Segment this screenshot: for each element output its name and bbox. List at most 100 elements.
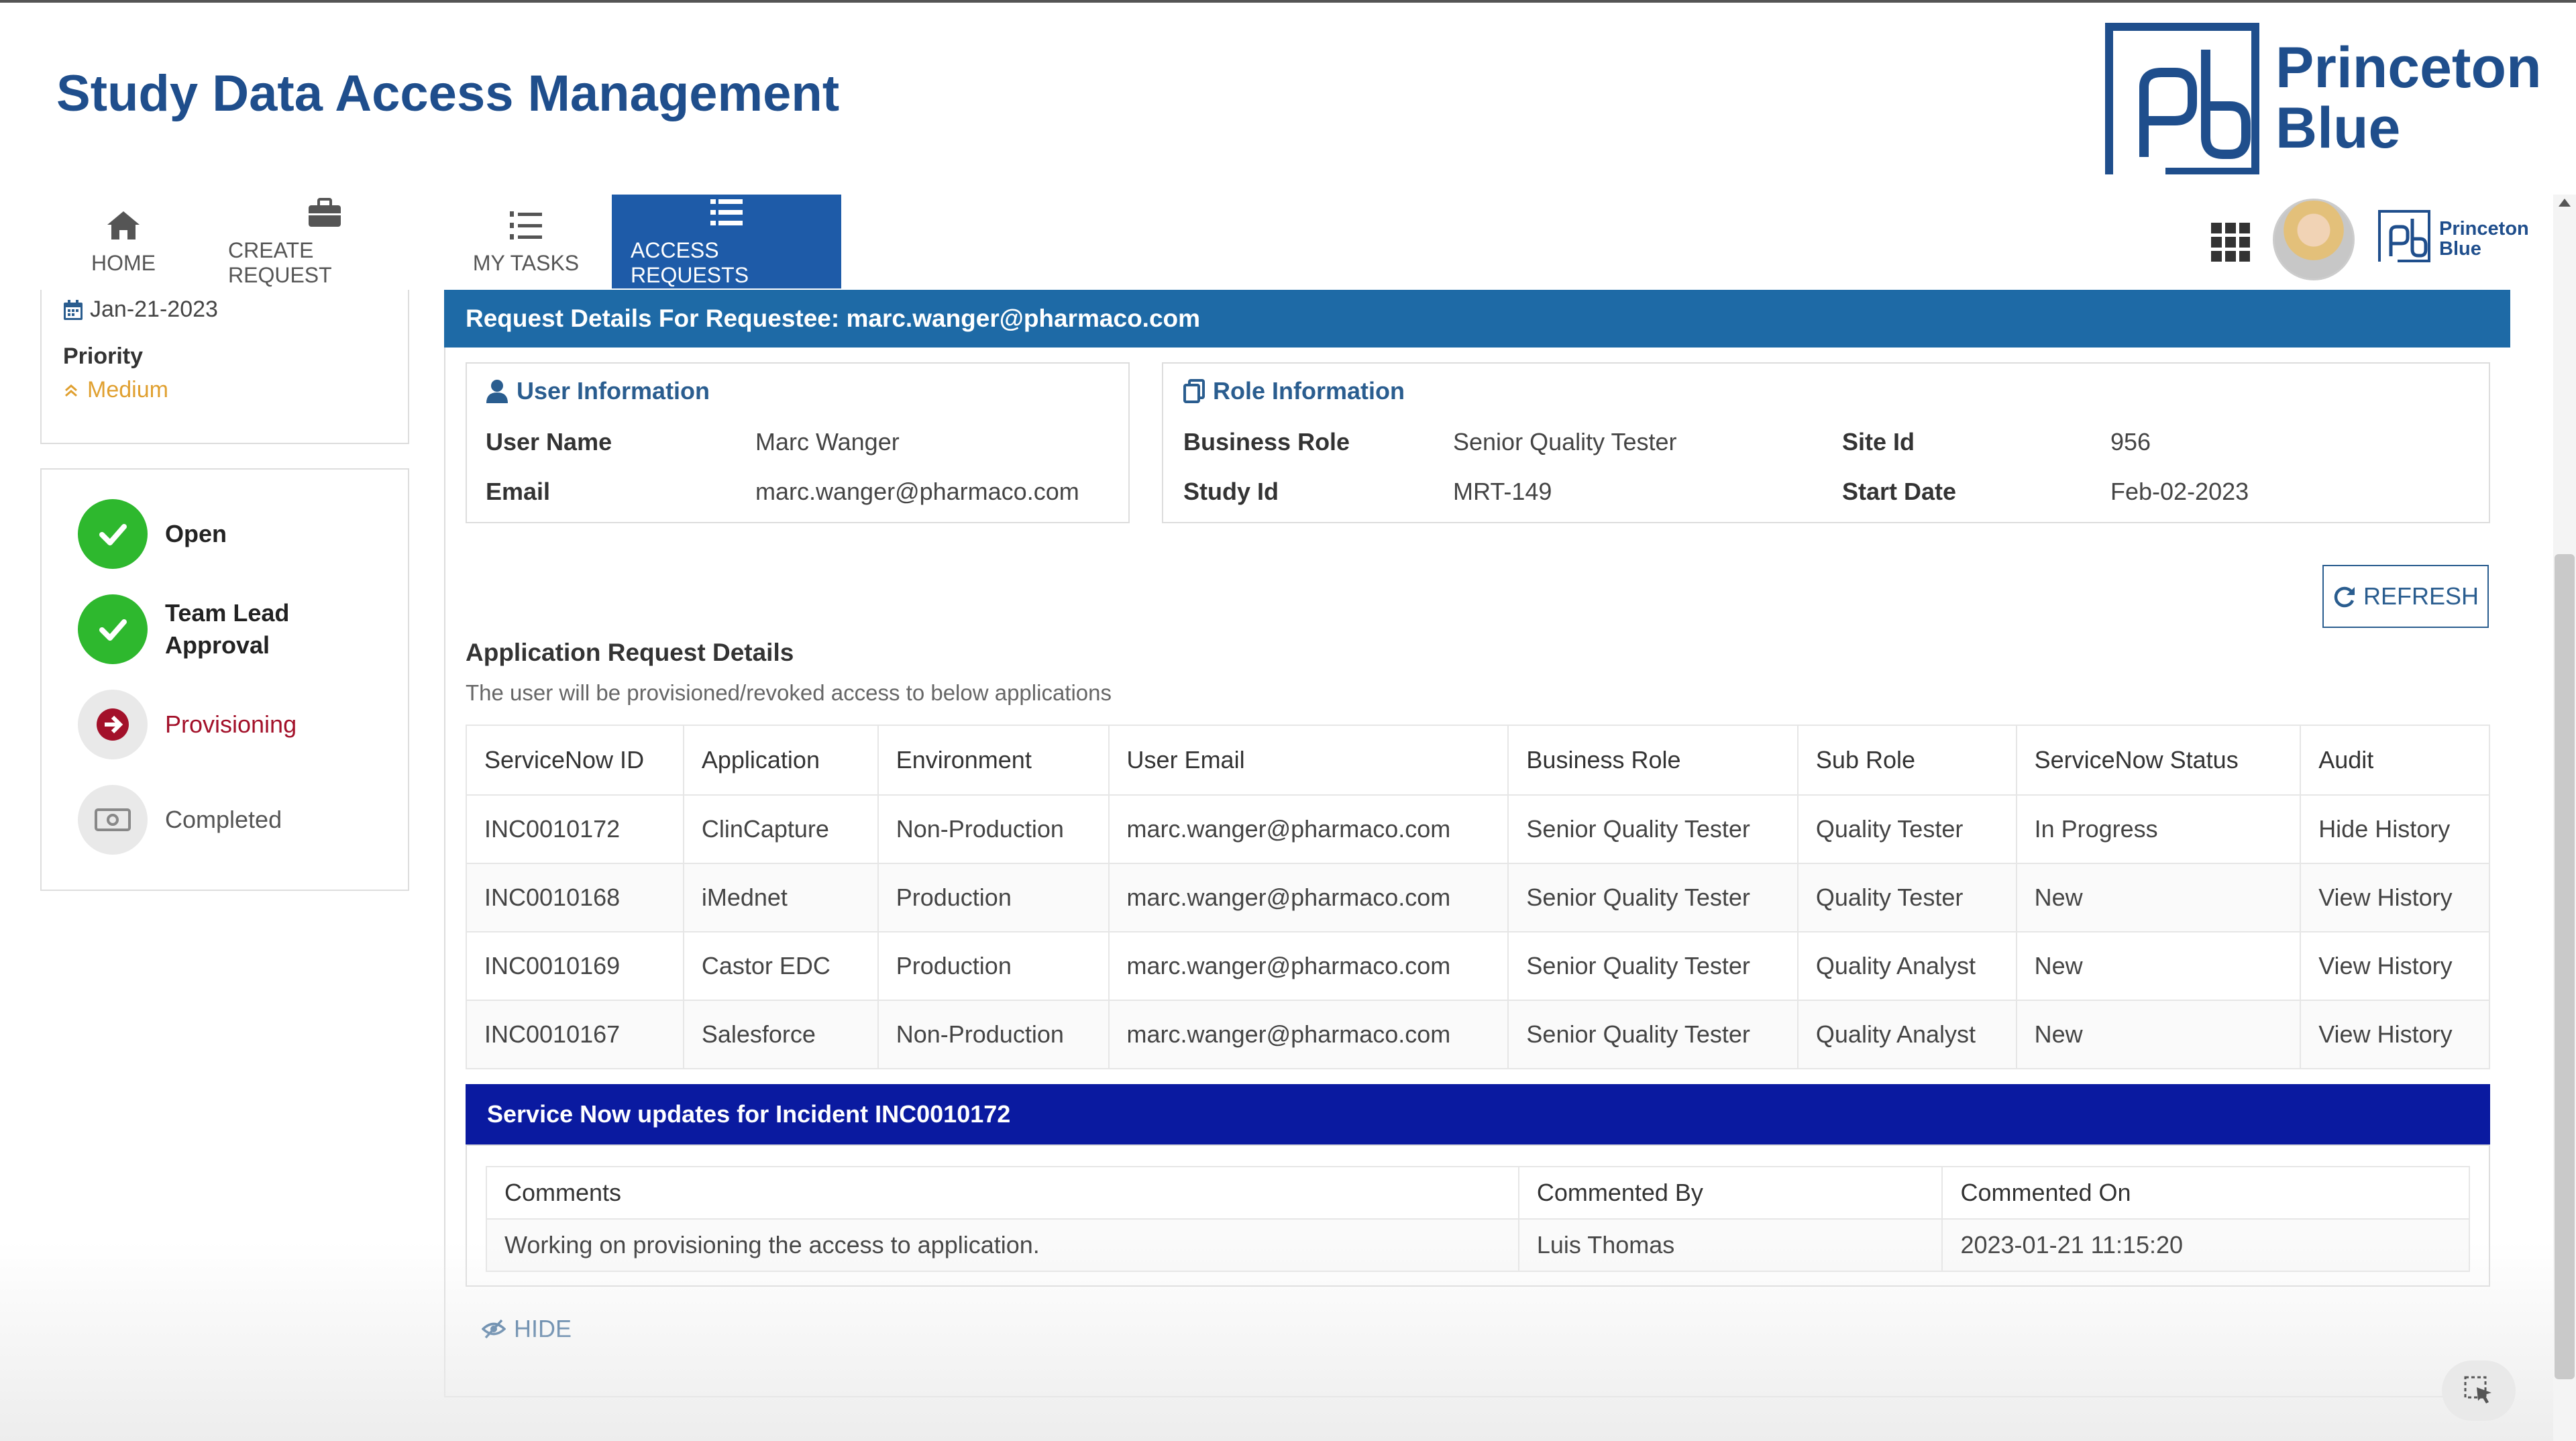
application-cell: Castor EDC [682, 931, 879, 1001]
commented-by-cell: Luis Thomas [1517, 1218, 1943, 1272]
priority-value-text: Medium [87, 377, 168, 403]
list-icon [709, 195, 744, 230]
user-name-label: User Name [486, 428, 612, 456]
step-open: Open [78, 499, 227, 569]
step-team-lead-approval: Team Lead Approval [78, 594, 313, 664]
audit-history-link[interactable]: View History [2300, 863, 2490, 932]
tab-access-requests-label: ACCESS REQUESTS [631, 238, 749, 287]
business-role-value: Senior Quality Tester [1453, 428, 1677, 456]
column-header: Application [682, 725, 879, 796]
column-header: ServiceNow Status [2015, 725, 2302, 796]
step-open-label: Open [165, 520, 227, 547]
tab-home-label: HOME [91, 250, 156, 275]
column-header: ServiceNow ID [466, 725, 684, 796]
eye-slash-icon [482, 1319, 506, 1339]
tab-create-request-label: CREATE REQUEST [228, 238, 332, 287]
user-email-cell: marc.wanger@pharmaco.com [1108, 1000, 1509, 1069]
app-root: Study Data Access Management Princeton B… [0, 0, 2576, 1441]
step-completed: Completed [78, 785, 282, 855]
user-icon [486, 380, 508, 403]
study-id-value: MRT-149 [1453, 478, 1552, 505]
start-date-label: Start Date [1842, 478, 1957, 505]
tab-home[interactable]: HOME [38, 195, 209, 288]
top-border [0, 0, 2576, 3]
apps-grid-icon[interactable] [2211, 223, 2250, 262]
environment-cell: Production [877, 863, 1110, 932]
role-information-title: Role Information [1183, 377, 1405, 405]
status-cell: In Progress [2015, 794, 2302, 864]
main-nav: HOME CREATE REQUEST MY TASKS ACCESS REQU… [38, 195, 841, 288]
application-request-title: Application Request Details [466, 639, 794, 666]
scrollbar-thumb[interactable] [2555, 554, 2575, 1379]
user-avatar[interactable] [2273, 199, 2355, 280]
business-role-label: Business Role [1183, 428, 1350, 456]
column-header: Audit [2300, 725, 2490, 796]
site-id-value: 956 [2110, 428, 2151, 456]
user-name-value: Marc Wanger [755, 428, 900, 456]
request-date: Jan-21-2023 [63, 297, 218, 323]
brand-name-line1: Princeton [2275, 36, 2542, 100]
tab-my-tasks-label: MY TASKS [472, 250, 580, 275]
servicenow-id-link[interactable]: INC0010172 [466, 794, 684, 864]
user-information-title-text: User Information [517, 377, 710, 405]
comments-header-row: Comments Commented By Commented On [486, 1166, 2470, 1220]
table-row: INC0010167 Salesforce Non-Production mar… [466, 1000, 2490, 1069]
money-icon [78, 785, 148, 855]
step-provisioning: Provisioning [78, 690, 297, 759]
refresh-button-label: REFRESH [2363, 582, 2479, 610]
servicenow-updates-header: Service Now updates for Incident INC0010… [466, 1084, 2490, 1144]
priority-label: Priority [63, 343, 144, 369]
scroll-up-arrow-icon[interactable] [2556, 195, 2573, 212]
column-header: Comments [486, 1166, 1519, 1220]
application-cell: iMednet [682, 863, 879, 932]
servicenow-id-link[interactable]: INC0010167 [466, 1000, 684, 1069]
role-information-title-text: Role Information [1213, 377, 1405, 405]
copy-icon [1183, 379, 1205, 403]
request-details-header: Request Details For Requestee: marc.wang… [444, 290, 2510, 348]
column-header: Commented On [1941, 1166, 2470, 1220]
column-header: Business Role [1507, 725, 1799, 796]
step-team-lead-approval-label: Team Lead Approval [165, 599, 290, 659]
status-cell: New [2015, 1000, 2302, 1069]
servicenow-id-link[interactable]: INC0010168 [466, 863, 684, 932]
table-row: INC0010172 ClinCapture Non-Production ma… [466, 794, 2490, 864]
audit-history-link[interactable]: View History [2300, 931, 2490, 1001]
request-summary-card: Jan-21-2023 Priority Medium [40, 290, 409, 444]
check-icon [78, 499, 148, 569]
mini-brand-line1: Princeton [2439, 218, 2529, 239]
column-header: User Email [1108, 725, 1509, 796]
check-icon [78, 594, 148, 664]
hide-button-label: HIDE [514, 1315, 572, 1342]
tab-create-request[interactable]: CREATE REQUEST [209, 195, 440, 288]
tab-access-requests[interactable]: ACCESS REQUESTS [612, 195, 841, 288]
priority-value: Medium [63, 377, 168, 403]
user-email-cell: marc.wanger@pharmaco.com [1108, 863, 1509, 932]
environment-cell: Non-Production [877, 794, 1110, 864]
sub-role-cell: Quality Tester [1796, 863, 2017, 932]
application-cell: ClinCapture [682, 794, 879, 864]
sub-role-cell: Quality Analyst [1796, 931, 2017, 1001]
column-header: Commented By [1517, 1166, 1943, 1220]
environment-cell: Production [877, 931, 1110, 1001]
floating-cursor-button[interactable] [2442, 1360, 2516, 1421]
servicenow-id-link[interactable]: INC0010169 [466, 931, 684, 1001]
princeton-blue-logo [2105, 23, 2259, 174]
table-header-row: ServiceNow ID Application Environment Us… [466, 725, 2490, 796]
email-label: Email [486, 478, 551, 505]
hide-button[interactable]: HIDE [482, 1315, 572, 1343]
audit-history-link[interactable]: View History [2300, 1000, 2490, 1069]
audit-history-link[interactable]: Hide History [2300, 794, 2490, 864]
application-cell: Salesforce [682, 1000, 879, 1069]
refresh-button[interactable]: REFRESH [2322, 565, 2489, 628]
tab-my-tasks[interactable]: MY TASKS [440, 195, 612, 288]
home-icon [106, 208, 141, 243]
workflow-steps: Open Team Lead Approval Provisioning Com… [40, 468, 409, 891]
business-role-cell: Senior Quality Tester [1507, 863, 1799, 932]
commented-on-cell: 2023-01-21 11:15:20 [1941, 1218, 2470, 1272]
business-role-cell: Senior Quality Tester [1507, 1000, 1799, 1069]
user-email-cell: marc.wanger@pharmaco.com [1108, 931, 1509, 1001]
status-cell: New [2015, 863, 2302, 932]
table-row: Working on provisioning the access to ap… [486, 1218, 2470, 1272]
sub-role-cell: Quality Tester [1796, 794, 2017, 864]
environment-cell: Non-Production [877, 1000, 1110, 1069]
